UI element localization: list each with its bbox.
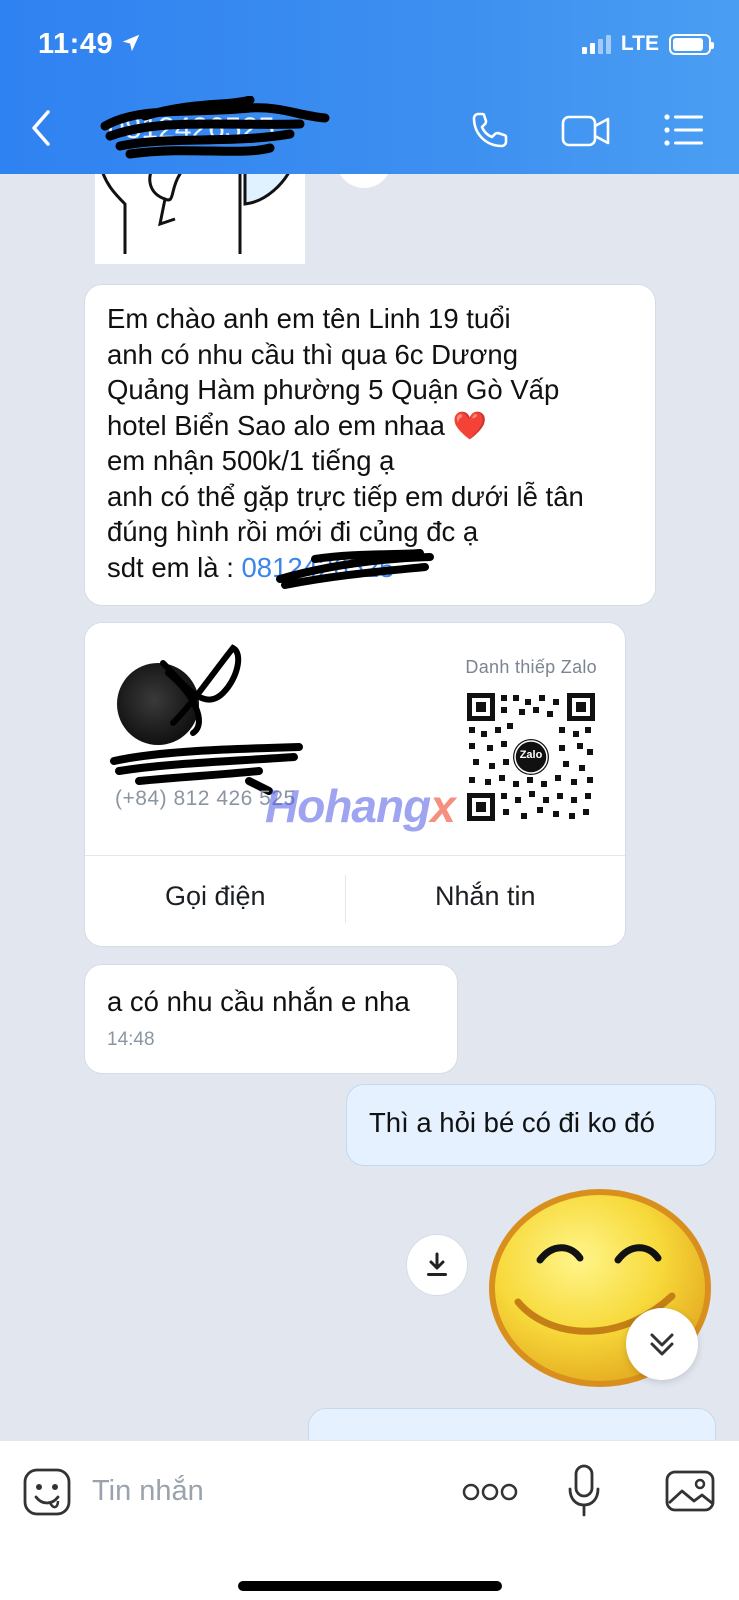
incoming-message[interactable]: a có nhu cầu nhắn e nha 14:48: [84, 964, 458, 1074]
card-divider-vertical: [345, 875, 346, 923]
incoming-message[interactable]: Em chào anh em tên Linh 19 tuổi anh có n…: [84, 284, 656, 606]
card-divider: [85, 855, 625, 856]
contact-card[interactable]: Danh thiếp Zalo (+84) 812 426 525 Hohang…: [84, 622, 626, 947]
more-options-icon[interactable]: [462, 1481, 518, 1503]
status-time: 11:49: [38, 28, 114, 60]
call-button[interactable]: Gọi điện: [165, 881, 266, 912]
reaction-button[interactable]: [336, 174, 392, 188]
message-time: 14:48: [107, 1029, 155, 1050]
outgoing-message[interactable]: Thì a hỏi bé có đi ko đó: [346, 1084, 716, 1166]
scroll-down-button[interactable]: [626, 1308, 698, 1380]
message-text: a có nhu cầu nhắn e nha: [107, 986, 410, 1017]
microphone-icon[interactable]: [566, 1463, 602, 1519]
location-arrow-icon: [122, 34, 140, 52]
menu-icon[interactable]: [662, 108, 706, 152]
chat-area[interactable]: Em chào anh em tên Linh 19 tuổi anh có n…: [0, 174, 739, 1440]
watermark-main: Hohang: [265, 780, 431, 832]
chat-header: 11:49 LTE 0812426525: [0, 0, 739, 174]
video-call-icon[interactable]: [560, 108, 612, 152]
battery-icon: [669, 33, 714, 55]
message-button[interactable]: Nhắn tin: [435, 881, 536, 912]
redaction-scribble: [276, 549, 434, 589]
download-icon: [427, 1252, 447, 1276]
redaction-scribble: [160, 644, 242, 736]
message-text: Thì a hỏi bé có đi ko đó: [369, 1107, 655, 1138]
status-indicators: LTE: [581, 32, 714, 56]
watermark: Hohangx: [265, 779, 456, 833]
qr-logo: Zalo: [519, 749, 543, 761]
message-text: Em chào anh em tên Linh 19 tuổi anh có n…: [107, 301, 633, 585]
signal-icon: [581, 34, 611, 54]
network-label: LTE: [620, 32, 659, 55]
sticker-icon[interactable]: [22, 1467, 72, 1517]
card-label: Danh thiếp Zalo: [465, 657, 597, 677]
outgoing-message[interactable]: [308, 1408, 716, 1440]
home-indicator: [238, 1581, 502, 1591]
double-chevron-down-icon: [650, 1333, 674, 1356]
watermark-accent: x: [430, 780, 456, 832]
message-input-bar: [0, 1440, 739, 1600]
download-button[interactable]: [406, 1234, 468, 1296]
phone-icon[interactable]: [468, 108, 512, 152]
message-input[interactable]: [92, 1471, 412, 1511]
redaction-scribble: [100, 96, 330, 159]
sticker-image: [95, 174, 305, 264]
message-body: Em chào anh em tên Linh 19 tuổi anh có n…: [107, 303, 584, 583]
image-icon[interactable]: [664, 1467, 716, 1515]
back-icon[interactable]: [26, 108, 56, 148]
